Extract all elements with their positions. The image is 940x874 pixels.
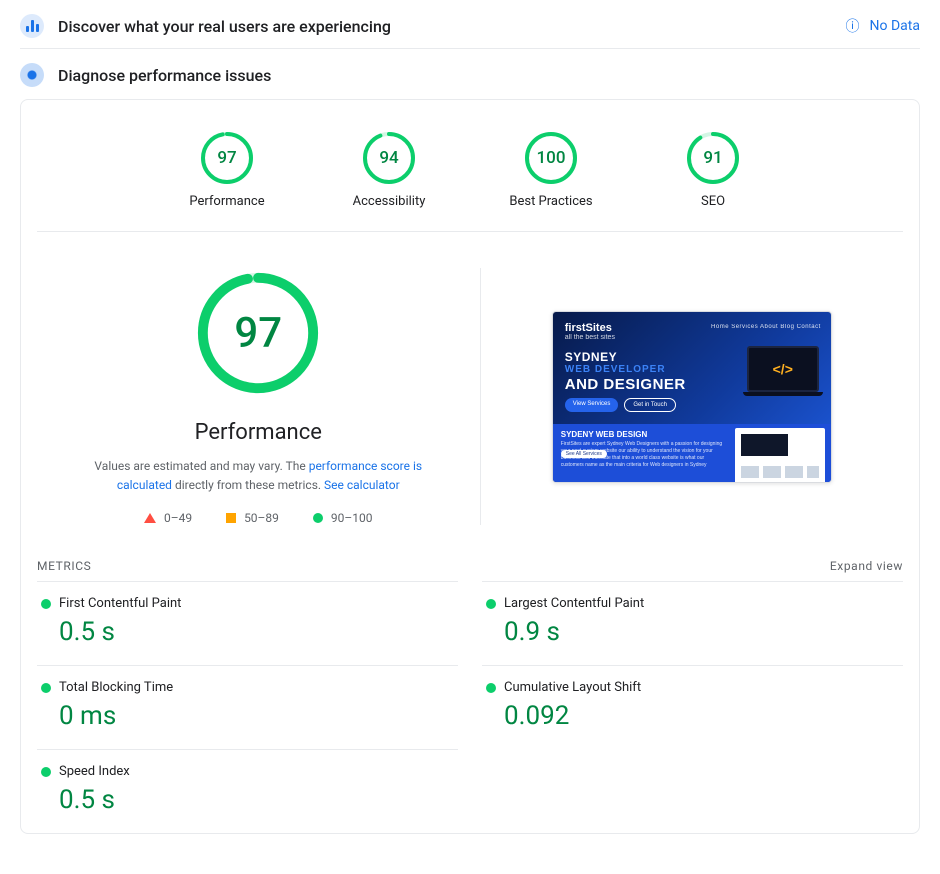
metric-name: Speed Index — [59, 764, 130, 779]
hero-gauge: 97 — [193, 268, 323, 398]
gauge-ring: 94 — [361, 130, 417, 186]
gauge-label: Accessibility — [334, 194, 444, 209]
gauge-performance[interactable]: 97 Performance — [172, 130, 282, 209]
metric-head: First Contentful Paint — [41, 596, 454, 611]
gauge-ring: 100 — [523, 130, 579, 186]
gauge-ring: 97 — [199, 130, 255, 186]
shot-btn-outline: Get in Touch — [624, 398, 676, 412]
metric-name: Largest Contentful Paint — [504, 596, 644, 611]
see-calculator-link[interactable]: See calculator — [324, 478, 400, 492]
diagnose-icon — [20, 63, 44, 87]
score-legend: 0–49 50–89 90–100 — [144, 511, 373, 525]
shot-laptop-icon — [747, 346, 819, 392]
shot-h1b: WEB DEVELOPER — [565, 364, 666, 375]
performance-hero: 97 Performance Values are estimated and … — [37, 268, 903, 525]
legend-mid-text: 50–89 — [244, 511, 279, 525]
hero-title: Performance — [195, 420, 322, 445]
diagnose-title: Diagnose performance issues — [58, 66, 271, 85]
shot-brand: firstSites all the best sites — [565, 322, 615, 341]
metric-name: First Contentful Paint — [59, 596, 181, 611]
shot-h1c: AND DESIGNER — [565, 376, 686, 393]
shot-lower-title: SYDENY WEB DESIGN — [561, 430, 727, 439]
real-users-title: Discover what your real users are experi… — [58, 17, 391, 36]
status-dot-icon — [486, 683, 496, 693]
real-users-icon — [20, 14, 44, 38]
metric-name: Total Blocking Time — [59, 680, 173, 695]
gauge-ring: 91 — [685, 130, 741, 186]
circle-icon — [313, 513, 323, 523]
shot-buttons: View Services Get in Touch — [565, 398, 676, 412]
status-dot-icon — [41, 767, 51, 777]
metric-head: Total Blocking Time — [41, 680, 454, 695]
metric-value: 0 ms — [59, 701, 454, 731]
lighthouse-card: 97 Performance 94 Accessibility 100 Best… — [20, 99, 920, 834]
shot-brand-tag: all the best sites — [565, 334, 615, 341]
hero-note: Values are estimated and may vary. The p… — [68, 457, 448, 495]
bars-icon — [26, 20, 39, 32]
shot-nav: Home Services About Blog Contact — [711, 324, 821, 330]
metric-value: 0.5 s — [59, 785, 454, 815]
gauge-best-practices[interactable]: 100 Best Practices — [496, 130, 606, 209]
page-screenshot: firstSites all the best sites Home Servi… — [552, 311, 832, 483]
shot-btn-primary: View Services — [565, 398, 619, 412]
status-dot-icon — [486, 599, 496, 609]
info-icon[interactable]: ⓘ — [846, 16, 860, 36]
status-dot-icon — [41, 599, 51, 609]
shot-lower-card — [735, 428, 825, 482]
status-dot-icon — [41, 683, 51, 693]
gauge-label: SEO — [658, 194, 768, 209]
metric-total-blocking-time[interactable]: Total Blocking Time 0 ms — [37, 665, 458, 749]
legend-bad-text: 0–49 — [164, 511, 192, 525]
gauge-accessibility[interactable]: 94 Accessibility — [334, 130, 444, 209]
square-icon — [226, 513, 236, 523]
hero-note-pre: Values are estimated and may vary. The — [94, 459, 308, 473]
gauge-seo[interactable]: 91 SEO — [658, 130, 768, 209]
metric-head: Cumulative Layout Shift — [486, 680, 899, 695]
section-diagnose: Diagnose performance issues — [20, 49, 920, 91]
metric-first-contentful-paint[interactable]: First Contentful Paint 0.5 s — [37, 581, 458, 665]
metric-cumulative-layout-shift[interactable]: Cumulative Layout Shift 0.092 — [482, 665, 903, 749]
triangle-icon — [144, 513, 156, 523]
hero-note-mid: directly from these metrics. — [175, 478, 324, 492]
metrics-label: METRICS — [37, 559, 91, 573]
metrics-header: METRICS Expand view — [37, 553, 903, 581]
category-gauges: 97 Performance 94 Accessibility 100 Best… — [37, 124, 903, 232]
metric-head: Largest Contentful Paint — [486, 596, 899, 611]
metric-name: Cumulative Layout Shift — [504, 680, 641, 695]
legend-bad: 0–49 — [144, 511, 192, 525]
metric-largest-contentful-paint[interactable]: Largest Contentful Paint 0.9 s — [482, 581, 903, 665]
hero-left: 97 Performance Values are estimated and … — [37, 268, 481, 525]
expand-view[interactable]: Expand view — [830, 559, 903, 573]
metric-value: 0.9 s — [504, 617, 899, 647]
metric-value: 0.5 s — [59, 617, 454, 647]
no-data-link[interactable]: No Data — [870, 18, 920, 34]
shot-pill: See All Services — [561, 450, 607, 458]
metric-speed-index[interactable]: Speed Index 0.5 s — [37, 749, 458, 833]
legend-good: 90–100 — [313, 511, 373, 525]
gauge-label: Best Practices — [496, 194, 606, 209]
gauge-label: Performance — [172, 194, 282, 209]
shot-h1: SYDNEY — [565, 350, 617, 364]
metric-value: 0.092 — [504, 701, 899, 731]
legend-good-text: 90–100 — [331, 511, 373, 525]
section-real-users: Discover what your real users are experi… — [20, 0, 920, 49]
metric-head: Speed Index — [41, 764, 454, 779]
metrics-grid: First Contentful Paint 0.5 s Largest Con… — [37, 581, 903, 833]
legend-mid: 50–89 — [226, 511, 279, 525]
hero-right: firstSites all the best sites Home Servi… — [481, 268, 904, 525]
shot-brand-name: firstSites — [565, 322, 612, 334]
